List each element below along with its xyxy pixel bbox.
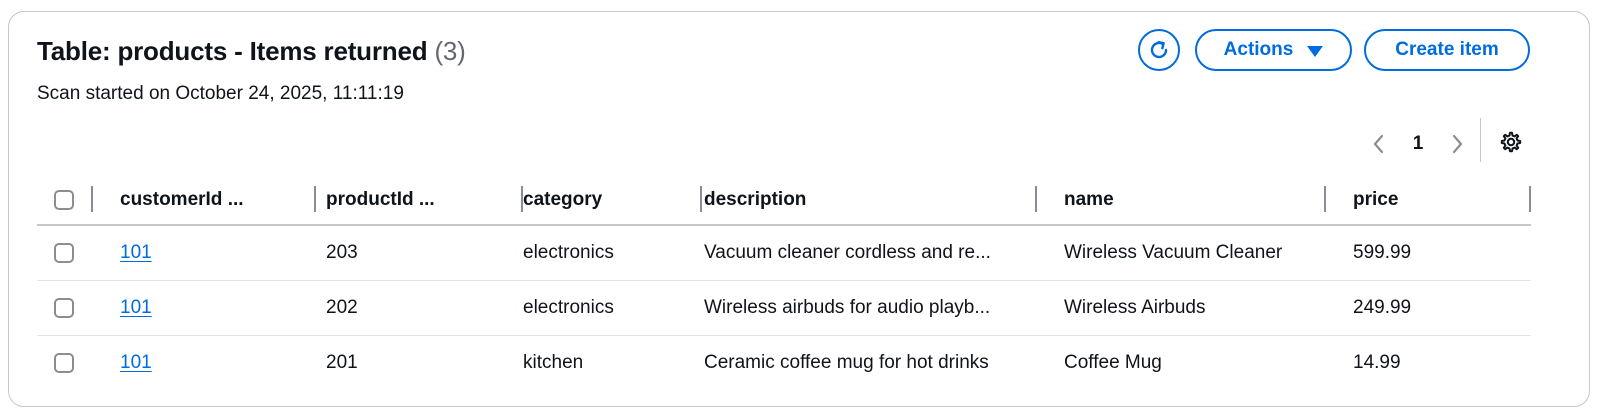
row-checkbox[interactable] — [54, 242, 74, 263]
page-title: Table: products - Items returned (3) — [37, 36, 466, 67]
column-label: name — [1064, 189, 1114, 210]
select-all-cell — [37, 176, 120, 226]
cell-category: kitchen — [523, 352, 584, 373]
column-divider[interactable] — [1324, 186, 1326, 212]
column-label: customerId ... — [120, 189, 244, 210]
cell-description: Wireless airbuds for audio playb... — [704, 280, 1064, 336]
chevron-left-icon — [1373, 134, 1384, 154]
column-divider[interactable] — [91, 186, 93, 212]
cell-customerid: 101 — [120, 280, 326, 336]
title-text: Table: products - Items returned — [37, 36, 428, 66]
cell-productid: 203 — [326, 225, 523, 281]
row-select-cell — [37, 225, 120, 281]
column-label: price — [1353, 189, 1399, 210]
cell-customerid: 101 — [120, 336, 326, 391]
cell-name: Coffee Mug — [1064, 352, 1162, 373]
cell-description: Ceramic coffee mug for hot drinks — [704, 352, 989, 373]
column-label: productId ... — [326, 189, 435, 210]
items-panel: Table: products - Items returned (3) Sca… — [8, 11, 1590, 407]
previous-page-button[interactable] — [1365, 124, 1393, 164]
column-header-productid[interactable]: productId ... — [326, 176, 523, 226]
actions-label: Actions — [1223, 39, 1294, 60]
cell-price: 599.99 — [1353, 225, 1531, 281]
pagination: 1 — [1365, 124, 1471, 164]
table-row[interactable]: 101 202 electronics Wireless airbuds for… — [37, 280, 1531, 336]
cell-category: electronics — [523, 280, 704, 336]
cell-price: 249.99 — [1353, 280, 1531, 336]
row-checkbox[interactable] — [54, 352, 74, 373]
column-header-price[interactable]: price — [1353, 176, 1531, 226]
cell-price: 14.99 — [1353, 352, 1401, 373]
preferences-button[interactable] — [1493, 124, 1529, 160]
actions-button[interactable]: Actions — [1195, 29, 1352, 71]
cell-name: Wireless Airbuds — [1064, 280, 1353, 336]
refresh-icon — [1150, 40, 1168, 59]
gear-icon — [1500, 131, 1522, 153]
column-label: description — [704, 189, 807, 210]
column-divider[interactable] — [700, 186, 702, 212]
items-table: customerId ... productId ... category de… — [37, 176, 1531, 390]
table-row[interactable]: 101 203 electronics Vacuum cleaner cordl… — [37, 225, 1531, 281]
row-select-cell — [37, 280, 120, 336]
customerid-link[interactable]: 101 — [120, 352, 152, 373]
cell-category: electronics — [523, 225, 704, 281]
column-divider[interactable] — [314, 186, 316, 212]
create-item-label: Create item — [1395, 39, 1499, 60]
column-header-description[interactable]: description — [704, 176, 1064, 226]
column-header-category[interactable]: category — [523, 176, 704, 226]
next-page-button[interactable] — [1443, 124, 1471, 164]
column-header-name[interactable]: name — [1064, 176, 1353, 226]
cell-name: Wireless Vacuum Cleaner — [1064, 225, 1353, 281]
caret-down-icon — [1307, 45, 1324, 57]
chevron-right-icon — [1452, 134, 1463, 154]
cell-productid: 202 — [326, 280, 523, 336]
scan-timestamp: Scan started on October 24, 2025, 11:11:… — [37, 83, 404, 104]
refresh-button[interactable] — [1138, 29, 1180, 71]
column-divider[interactable] — [1529, 186, 1531, 212]
pager-divider — [1480, 118, 1481, 162]
item-count: (3) — [434, 36, 466, 66]
select-all-checkbox[interactable] — [54, 189, 74, 210]
column-header-customerid[interactable]: customerId ... — [120, 176, 326, 226]
customerid-link[interactable]: 101 — [120, 242, 152, 263]
cell-productid: 201 — [326, 352, 358, 373]
create-item-button[interactable]: Create item — [1364, 29, 1530, 71]
customerid-link[interactable]: 101 — [120, 297, 152, 318]
table-row[interactable]: 101 201 kitchen Ceramic coffee mug for h… — [37, 336, 1531, 391]
cell-customerid: 101 — [120, 225, 326, 281]
cell-description: Vacuum cleaner cordless and re... — [704, 225, 1064, 281]
row-checkbox[interactable] — [54, 297, 74, 318]
table-header-row: customerId ... productId ... category de… — [37, 176, 1531, 226]
column-divider[interactable] — [1035, 186, 1037, 212]
current-page[interactable]: 1 — [1393, 133, 1443, 155]
column-label: category — [523, 189, 603, 210]
row-select-cell — [37, 336, 120, 391]
